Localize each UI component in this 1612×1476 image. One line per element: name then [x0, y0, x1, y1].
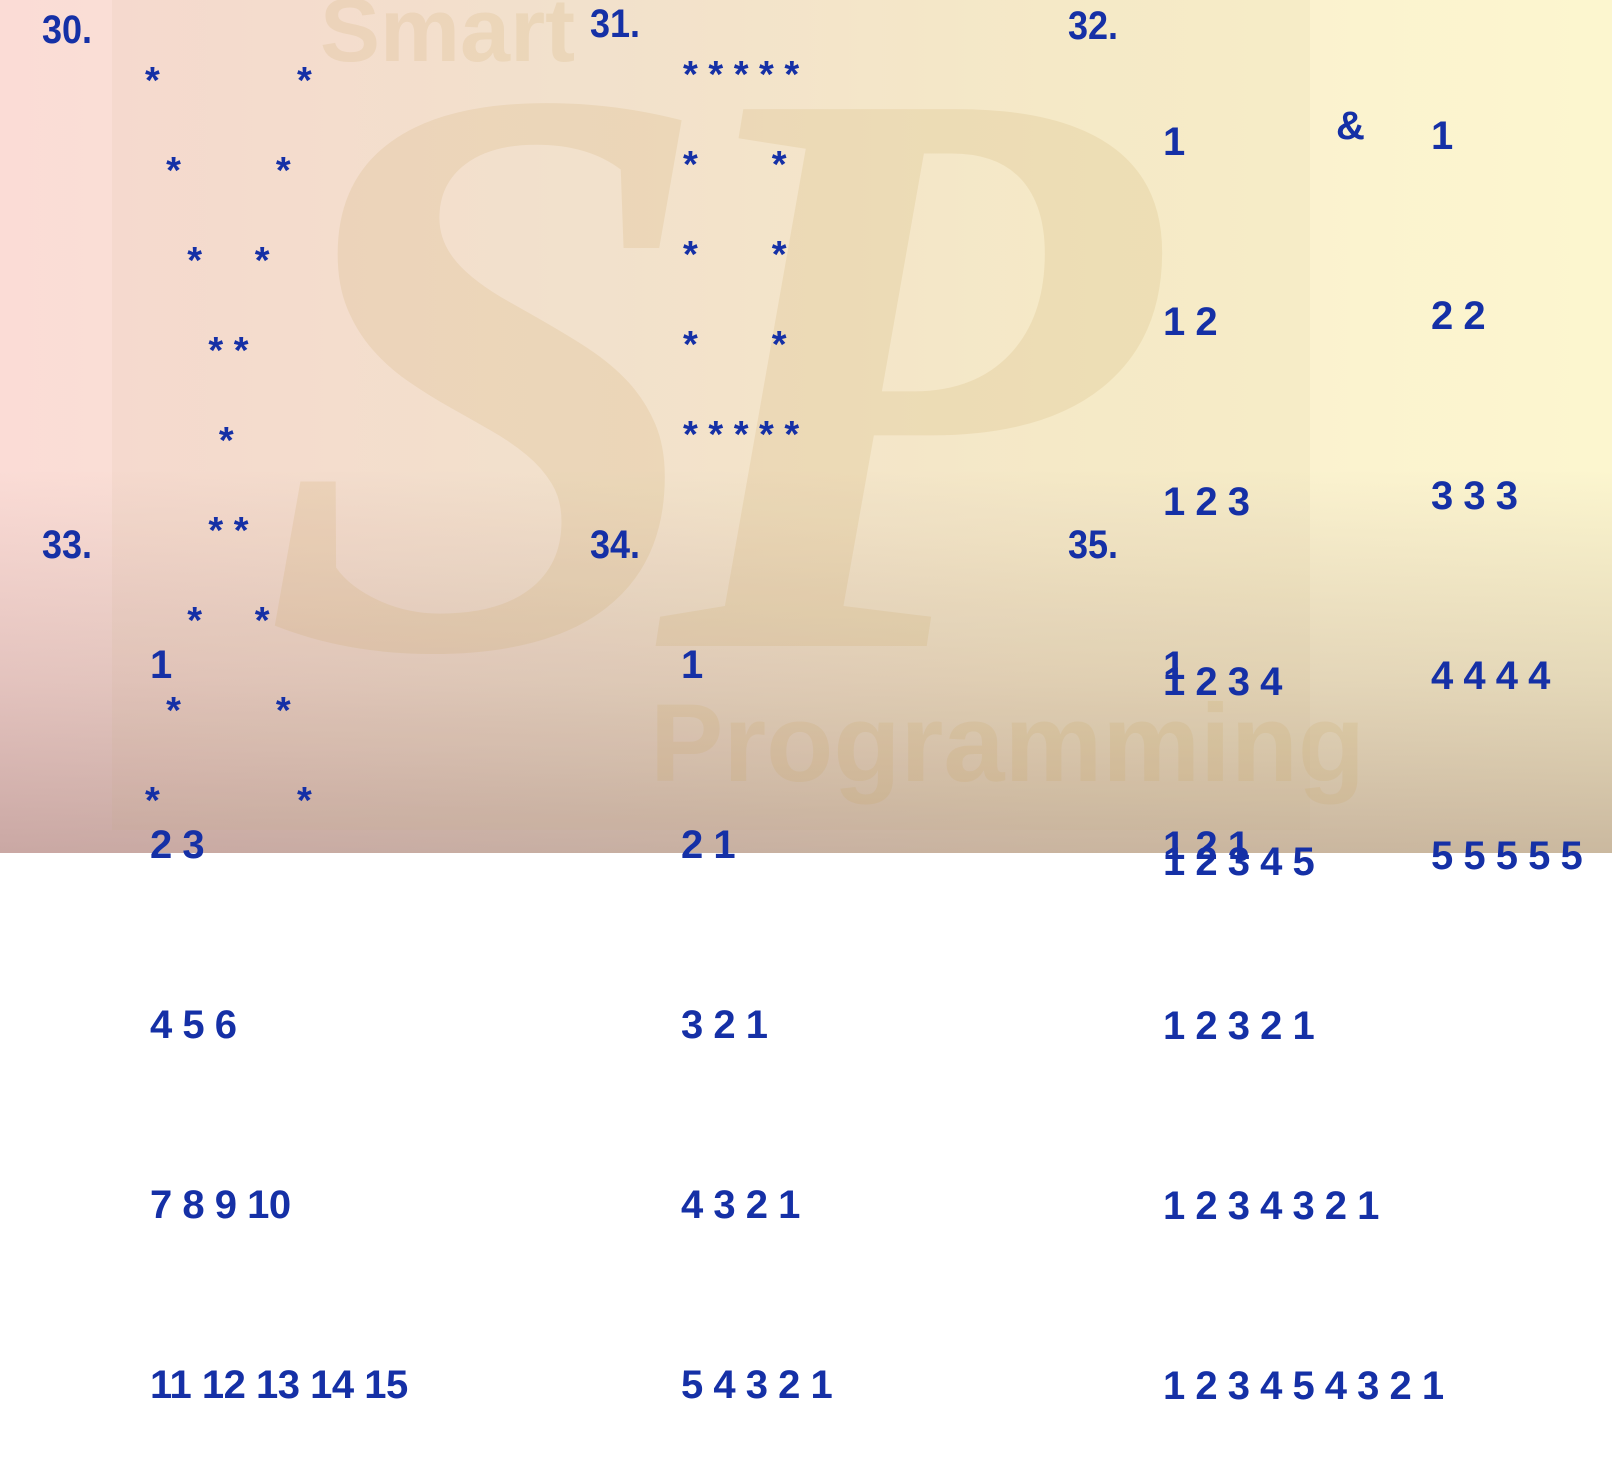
pattern-30-label: 30. [42, 8, 93, 52]
pattern-row: 1 2 3 2 1 [1163, 1004, 1315, 1048]
pattern-row: * * [145, 330, 249, 372]
pattern-33-rows: 1 2 3 4 5 6 7 8 9 10 11 12 13 14 15 [150, 515, 408, 1475]
pattern-row: 2 1 [681, 823, 736, 867]
pattern-row: * * [145, 60, 312, 102]
pattern-row: * * * * * [683, 414, 800, 456]
pattern-row: 2 2 [1431, 294, 1486, 338]
pattern-row: 4 3 2 1 [681, 1183, 800, 1227]
pattern-row: * [145, 420, 234, 462]
pattern-row: * * [683, 324, 787, 366]
pattern-row: 1 [1431, 114, 1453, 158]
pattern-row: 7 8 9 10 [150, 1183, 291, 1227]
pattern-row: 1 [681, 643, 703, 687]
watermark-top-text: Smart [320, 0, 576, 81]
pattern-row: 4 4 4 4 [1431, 654, 1550, 698]
pattern-32b-rows: 1 2 2 3 3 3 4 4 4 4 5 5 5 5 5 [1431, 0, 1583, 946]
pattern-row: * * * * * [683, 54, 800, 96]
pattern-row: 1 [150, 643, 172, 687]
pattern-row: 4 5 6 [150, 1003, 237, 1047]
pattern-row: 11 12 13 14 15 [150, 1363, 408, 1407]
pattern-row: * * [683, 144, 787, 186]
pattern-row: 1 [1163, 644, 1185, 688]
pattern-row: 5 4 3 2 1 [681, 1363, 833, 1407]
pattern-33-label: 33. [42, 523, 93, 567]
pattern-row: 1 [1163, 120, 1185, 164]
pattern-row: * * [145, 150, 291, 192]
pattern-row: 1 2 3 4 3 2 1 [1163, 1184, 1379, 1228]
pattern-row: 1 2 3 4 5 4 3 2 1 [1163, 1364, 1444, 1408]
pattern-34-label: 34. [590, 523, 641, 567]
pattern-row: 2 3 [150, 823, 205, 867]
pattern-32-separator: & [1336, 104, 1365, 148]
pattern-row: 5 5 5 5 5 [1431, 834, 1583, 878]
pattern-row: 3 2 1 [681, 1003, 768, 1047]
pattern-35-rows: 1 1 2 1 1 2 3 2 1 1 2 3 4 3 2 1 1 2 3 4 … [1163, 516, 1444, 1476]
pattern-31-rows: * * * * * * * * * * * * * * * * [683, 0, 799, 480]
pattern-row: * * [683, 234, 787, 276]
pattern-34-rows: 1 2 1 3 2 1 4 3 2 1 5 4 3 2 1 [681, 515, 833, 1475]
pattern-row: * * [145, 240, 270, 282]
pattern-32-label: 32. [1068, 4, 1119, 48]
pattern-35-label: 35. [1068, 523, 1119, 567]
pattern-31-label: 31. [590, 2, 641, 46]
pattern-row: 1 2 [1163, 300, 1218, 344]
pattern-row: 1 2 1 [1163, 824, 1250, 868]
pattern-row: 3 3 3 [1431, 474, 1518, 518]
